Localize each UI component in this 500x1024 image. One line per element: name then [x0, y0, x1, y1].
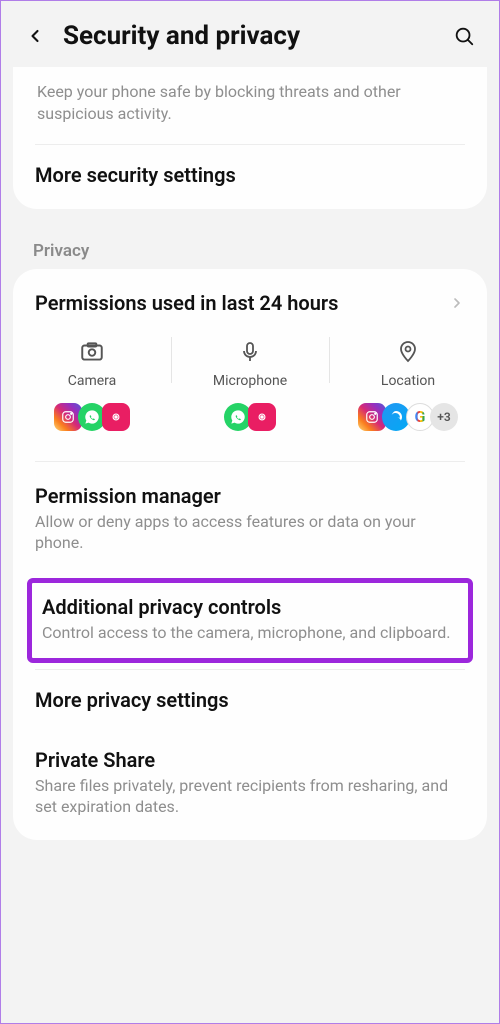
microphone-label: Microphone: [175, 373, 325, 389]
back-icon[interactable]: [25, 26, 45, 46]
microphone-apps: [175, 403, 325, 431]
security-card: Keep your phone safe by blocking threats…: [13, 67, 487, 209]
more-apps-badge: +3: [430, 403, 458, 431]
permissions-used-row[interactable]: Permissions used in last 24 hours: [13, 273, 487, 321]
private-share-sub: Share files privately, prevent recipient…: [35, 775, 465, 818]
more-security-label: More security settings: [35, 163, 465, 187]
permission-manager[interactable]: Permission manager Allow or deny apps to…: [13, 466, 487, 572]
private-share[interactable]: Private Share Share files privately, pre…: [13, 730, 487, 836]
additional-privacy-controls[interactable]: Additional privacy controls Control acce…: [27, 578, 473, 663]
more-security-settings[interactable]: More security settings: [13, 145, 487, 205]
header: Security and privacy: [7, 1, 493, 67]
permissions-used-title: Permissions used in last 24 hours: [35, 291, 338, 315]
privacy-card: Permissions used in last 24 hours Camera: [13, 269, 487, 840]
security-description: Keep your phone safe by blocking threats…: [13, 67, 487, 144]
camera-app-icon: [248, 403, 276, 431]
location-apps: G +3: [333, 403, 483, 431]
additional-privacy-sub: Control access to the camera, microphone…: [42, 622, 458, 644]
additional-privacy-title: Additional privacy controls: [42, 595, 458, 619]
location-icon: [333, 337, 483, 367]
camera-apps: [17, 403, 167, 431]
camera-label: Camera: [17, 373, 167, 389]
divider: [35, 461, 465, 462]
private-share-title: Private Share: [35, 748, 465, 772]
permission-col-camera[interactable]: Camera: [13, 329, 171, 439]
privacy-section-header: Privacy: [7, 219, 493, 269]
permission-manager-title: Permission manager: [35, 484, 465, 508]
permission-manager-sub: Allow or deny apps to access features or…: [35, 511, 465, 554]
microphone-icon: [175, 337, 325, 367]
chevron-right-icon: [449, 295, 465, 311]
location-label: Location: [333, 373, 483, 389]
search-icon[interactable]: [453, 25, 475, 47]
permissions-grid: Camera Microphone: [13, 321, 487, 451]
camera-icon: [17, 337, 167, 367]
camera-app-icon: [102, 403, 130, 431]
permission-col-location[interactable]: Location G +3: [329, 329, 487, 439]
more-privacy-settings[interactable]: More privacy settings: [13, 670, 487, 730]
page-title: Security and privacy: [63, 21, 453, 51]
permission-col-microphone[interactable]: Microphone: [171, 329, 329, 439]
more-privacy-title: More privacy settings: [35, 688, 465, 712]
